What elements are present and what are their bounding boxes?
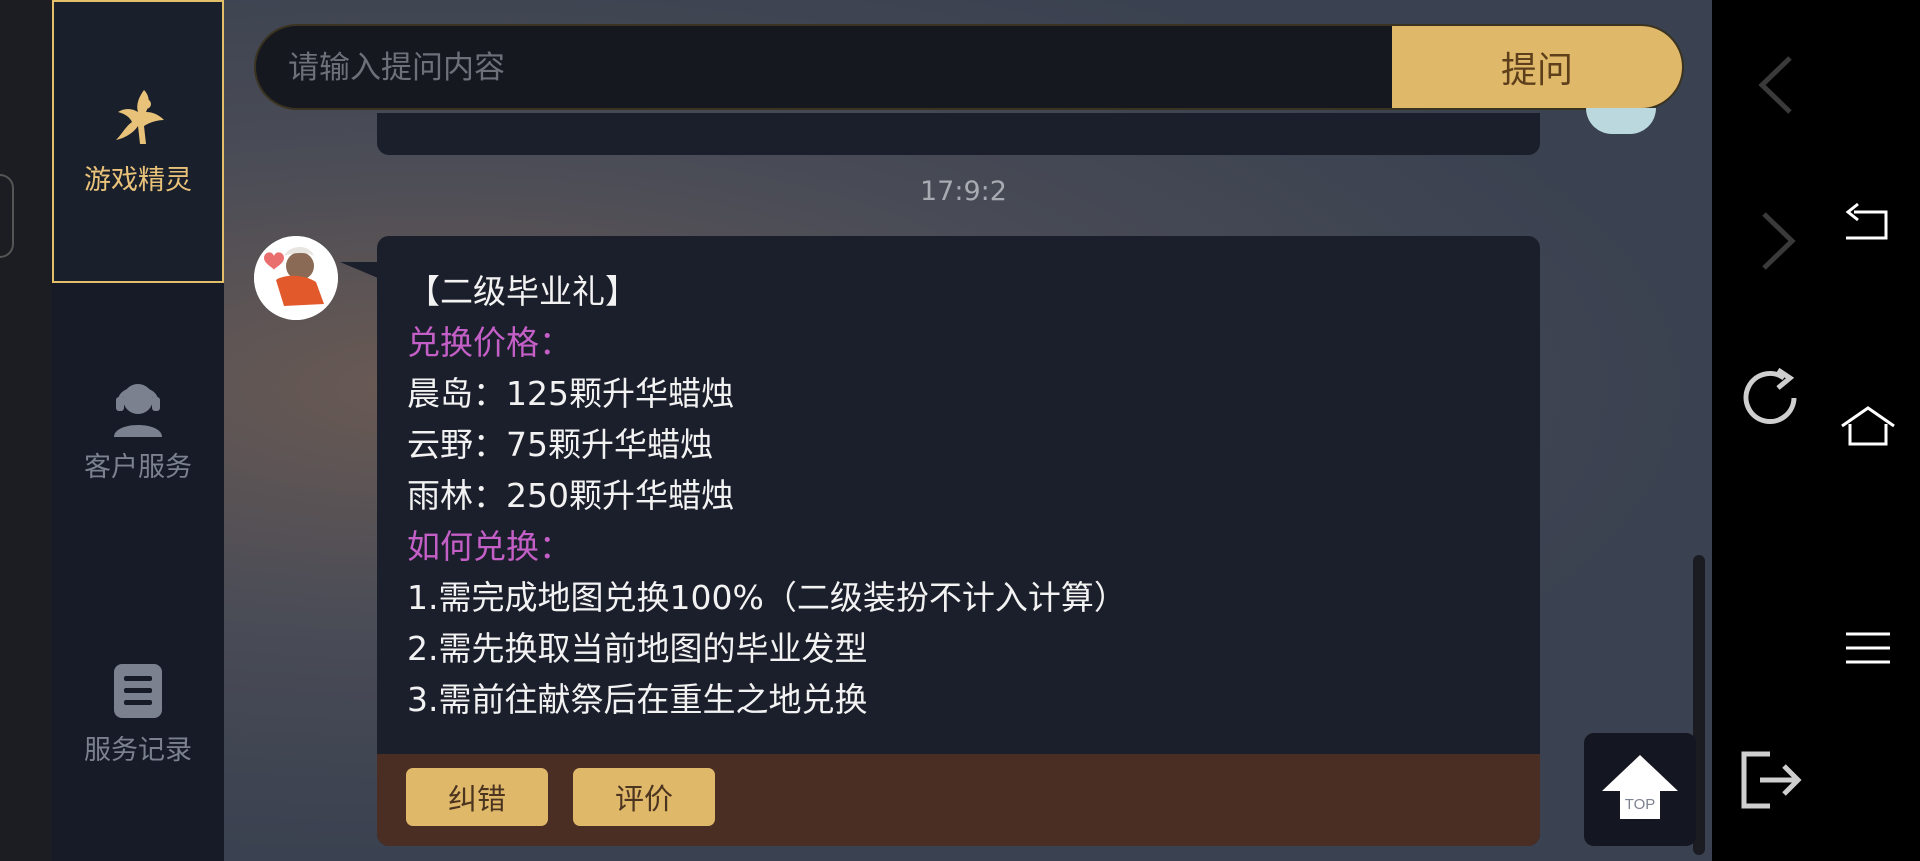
- search-input[interactable]: [286, 26, 1350, 108]
- ask-button[interactable]: 提问: [1392, 26, 1682, 108]
- search-bar: 提问: [254, 24, 1684, 110]
- user-avatar: [1586, 108, 1656, 134]
- forward-chevron-icon[interactable]: [1742, 206, 1812, 276]
- customer-service-icon: [114, 383, 162, 437]
- step-line: 3.需前往献祭后在重生之地兑换: [407, 680, 868, 719]
- menu-icon[interactable]: [1840, 628, 1896, 668]
- how-heading: 如何兑换：: [407, 527, 572, 566]
- previous-message-bubble: [377, 113, 1540, 155]
- app-stage: 游戏精灵 客户服务 服务记录 提问 17:9:: [0, 0, 1712, 861]
- system-nav-panel: [1712, 0, 1920, 861]
- return-icon[interactable]: [1840, 200, 1896, 250]
- home-icon[interactable]: [1838, 402, 1898, 450]
- top-label: TOP: [1625, 796, 1656, 813]
- rate-button[interactable]: 评价: [573, 768, 715, 826]
- price-heading: 兑换价格：: [407, 323, 572, 362]
- bot-message-bubble: 【二级毕业礼】 兑换价格： 晨岛：125颗升华蜡烛 云野：75颗升华蜡烛 雨林：…: [377, 236, 1540, 846]
- price-line: 晨岛：125颗升华蜡烛: [407, 374, 734, 413]
- exit-icon[interactable]: [1734, 748, 1806, 812]
- price-line: 云野：75颗升华蜡烛: [407, 425, 713, 464]
- sidebar: 游戏精灵 客户服务 服务记录: [52, 0, 224, 861]
- message-content: 【二级毕业礼】 兑换价格： 晨岛：125颗升华蜡烛 云野：75颗升华蜡烛 雨林：…: [407, 266, 1127, 725]
- refresh-icon[interactable]: [1734, 364, 1806, 436]
- tab-game-sprite[interactable]: 游戏精灵: [52, 0, 224, 283]
- price-line: 雨林：250颗升华蜡烛: [407, 476, 734, 515]
- tab-customer-service[interactable]: 客户服务: [52, 370, 224, 490]
- tab-service-records[interactable]: 服务记录: [52, 654, 224, 774]
- step-line: 1.需完成地图兑换100%（二级装扮不计入计算）: [407, 578, 1127, 617]
- left-edge: [0, 0, 52, 861]
- tab-label: 游戏精灵: [84, 165, 192, 196]
- bubble-tail: [340, 262, 378, 278]
- top-arrow-icon: TOP: [1602, 755, 1678, 819]
- records-icon: [114, 663, 162, 718]
- message-actions: 纠错 评价: [377, 754, 1540, 846]
- bot-avatar: [254, 236, 338, 320]
- back-chevron-icon[interactable]: [1742, 50, 1812, 120]
- message-title: 【二级毕业礼】: [407, 272, 638, 311]
- tab-label: 服务记录: [84, 734, 192, 766]
- tab-label: 客户服务: [84, 451, 192, 483]
- scroll-top-button[interactable]: TOP: [1584, 733, 1696, 846]
- edge-handle: [0, 174, 14, 258]
- fairy-icon: [116, 90, 164, 144]
- step-line: 2.需先换取当前地图的毕业发型: [407, 629, 868, 668]
- correct-button[interactable]: 纠错: [406, 768, 548, 826]
- message-timestamp: 17:9:2: [920, 176, 1007, 207]
